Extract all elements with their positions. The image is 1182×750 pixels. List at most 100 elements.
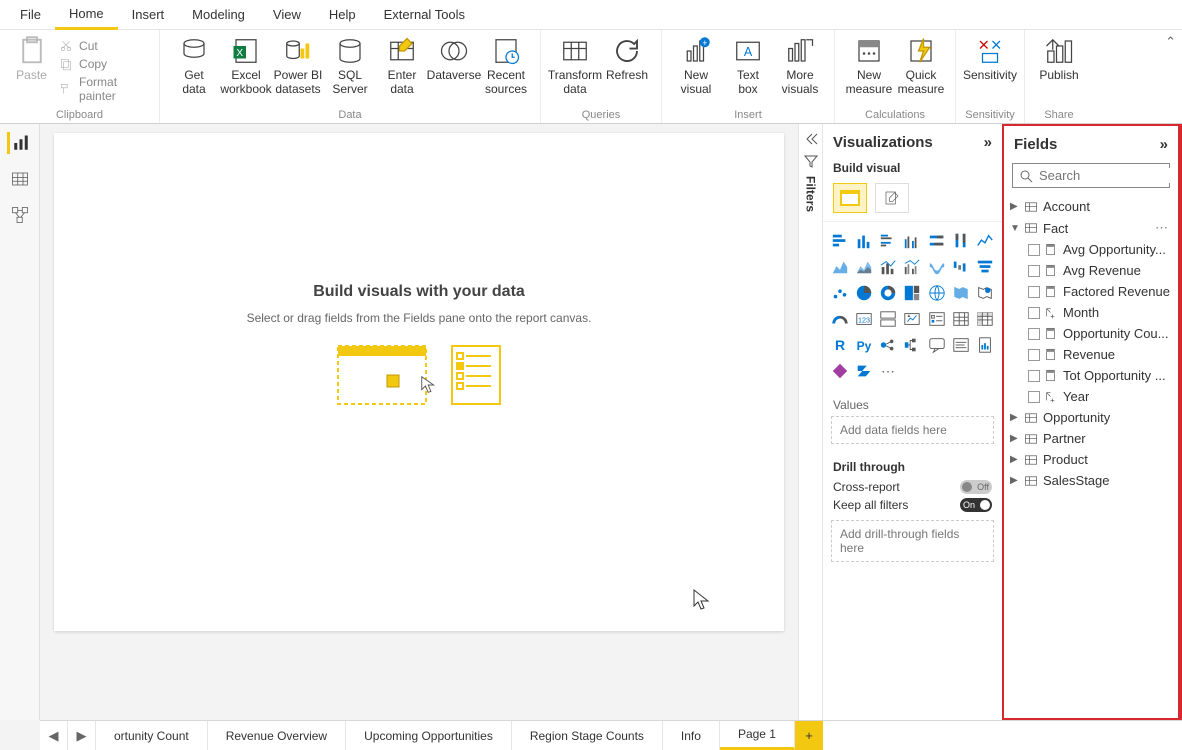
- sql-server-button[interactable]: SQL Server: [324, 34, 376, 97]
- paginated-report-icon[interactable]: [974, 334, 996, 356]
- enter-data-button[interactable]: Enter data: [376, 34, 428, 97]
- format-painter-button[interactable]: Format painter: [55, 74, 151, 104]
- filters-pane-collapsed[interactable]: Filters: [798, 124, 822, 720]
- table-opportunity[interactable]: ▶Opportunity: [1006, 407, 1176, 428]
- cut-button[interactable]: Cut: [55, 38, 151, 54]
- power-automate-icon[interactable]: [853, 360, 875, 382]
- waterfall-chart-icon[interactable]: [950, 256, 972, 278]
- table-fact-more-icon[interactable]: ⋯: [1155, 220, 1172, 236]
- table-fact[interactable]: ▼Fact⋯: [1006, 217, 1176, 239]
- menu-external-tools[interactable]: External Tools: [370, 0, 479, 30]
- smart-narrative-icon[interactable]: [950, 334, 972, 356]
- card-icon[interactable]: 123: [853, 308, 875, 330]
- refresh-button[interactable]: Refresh: [601, 34, 653, 83]
- filled-map-icon[interactable]: [950, 282, 972, 304]
- transform-data-button[interactable]: Transform data: [549, 34, 601, 97]
- collapse-ribbon-button[interactable]: ⌃: [1165, 34, 1176, 50]
- menu-view[interactable]: View: [259, 0, 315, 30]
- tab-revenue-overview[interactable]: Revenue Overview: [208, 721, 346, 750]
- field-factored-revenue[interactable]: Factored Revenue: [1006, 281, 1176, 302]
- funnel-chart-icon[interactable]: [974, 256, 996, 278]
- field-opportunity-count[interactable]: Opportunity Cou...: [1006, 323, 1176, 344]
- menu-insert[interactable]: Insert: [118, 0, 179, 30]
- format-visual-tab[interactable]: [875, 183, 909, 213]
- powerbi-datasets-button[interactable]: Power BI datasets: [272, 34, 324, 97]
- field-avg-revenue[interactable]: Avg Revenue: [1006, 260, 1176, 281]
- key-influencers-icon[interactable]: [877, 334, 899, 356]
- qa-visual-icon[interactable]: [926, 334, 948, 356]
- paste-button[interactable]: Paste: [8, 34, 55, 83]
- field-year[interactable]: Year: [1006, 386, 1176, 407]
- decomposition-tree-icon[interactable]: [901, 334, 923, 356]
- tab-page-1[interactable]: Page 1: [720, 721, 795, 750]
- fields-search[interactable]: [1012, 163, 1170, 188]
- more-visuals-button[interactable]: More visuals: [774, 34, 826, 97]
- line-chart-icon[interactable]: [974, 230, 996, 252]
- field-month[interactable]: Month: [1006, 302, 1176, 323]
- tab-region-stage-counts[interactable]: Region Stage Counts: [512, 721, 663, 750]
- drill-through-drop-area[interactable]: Add drill-through fields here: [831, 520, 994, 562]
- quick-measure-button[interactable]: Quick measure: [895, 34, 947, 97]
- data-view-button[interactable]: [9, 168, 31, 190]
- power-apps-icon[interactable]: [829, 360, 851, 382]
- map-icon[interactable]: [926, 282, 948, 304]
- get-more-visuals-icon[interactable]: ⋯: [877, 360, 899, 382]
- tabs-prev-button[interactable]: ◀: [40, 721, 68, 750]
- area-chart-icon[interactable]: [829, 256, 851, 278]
- line-clustered-column-icon[interactable]: [901, 256, 923, 278]
- gauge-icon[interactable]: [829, 308, 851, 330]
- ribbon-chart-icon[interactable]: [926, 256, 948, 278]
- table-icon[interactable]: [950, 308, 972, 330]
- stacked-bar-chart-icon[interactable]: [829, 230, 851, 252]
- r-visual-icon[interactable]: R: [829, 334, 851, 356]
- tabs-next-button[interactable]: ▶: [68, 721, 96, 750]
- table-partner[interactable]: ▶Partner: [1006, 428, 1176, 449]
- stacked-column-chart-icon[interactable]: [853, 230, 875, 252]
- hundred-stacked-column-icon[interactable]: [950, 230, 972, 252]
- kpi-icon[interactable]: ▲: [901, 308, 923, 330]
- model-view-button[interactable]: [9, 204, 31, 226]
- field-avg-opportunity[interactable]: Avg Opportunity...: [1006, 239, 1176, 260]
- field-revenue[interactable]: Revenue: [1006, 344, 1176, 365]
- table-account[interactable]: ▶Account: [1006, 196, 1176, 217]
- scatter-chart-icon[interactable]: [829, 282, 851, 304]
- menu-file[interactable]: File: [6, 0, 55, 30]
- treemap-icon[interactable]: [901, 282, 923, 304]
- values-drop-area[interactable]: Add data fields here: [831, 416, 994, 444]
- sensitivity-button[interactable]: Sensitivity: [964, 34, 1016, 83]
- hundred-stacked-bar-icon[interactable]: [926, 230, 948, 252]
- tab-opportunity-count[interactable]: ortunity Count: [96, 721, 208, 750]
- collapse-fields-button[interactable]: »: [1160, 136, 1168, 153]
- cross-report-toggle[interactable]: Off: [960, 480, 992, 494]
- collapse-visualizations-button[interactable]: »: [984, 134, 992, 151]
- multi-row-card-icon[interactable]: [877, 308, 899, 330]
- table-salesstage[interactable]: ▶SalesStage: [1006, 470, 1176, 491]
- azure-map-icon[interactable]: [974, 282, 996, 304]
- clustered-bar-chart-icon[interactable]: [877, 230, 899, 252]
- tab-info[interactable]: Info: [663, 721, 720, 750]
- report-view-button[interactable]: [7, 132, 29, 154]
- stacked-area-chart-icon[interactable]: [853, 256, 875, 278]
- menu-home[interactable]: Home: [55, 0, 118, 30]
- build-visual-tab[interactable]: [833, 183, 867, 213]
- new-measure-button[interactable]: New measure: [843, 34, 895, 97]
- publish-button[interactable]: Publish: [1033, 34, 1085, 83]
- slicer-icon[interactable]: [926, 308, 948, 330]
- donut-chart-icon[interactable]: [877, 282, 899, 304]
- excel-workbook-button[interactable]: XExcel workbook: [220, 34, 272, 97]
- pie-chart-icon[interactable]: [853, 282, 875, 304]
- copy-button[interactable]: Copy: [55, 56, 151, 72]
- tab-upcoming-opportunities[interactable]: Upcoming Opportunities: [346, 721, 512, 750]
- field-tot-opportunity[interactable]: Tot Opportunity ...: [1006, 365, 1176, 386]
- expand-filters-icon[interactable]: [804, 132, 818, 146]
- text-box-button[interactable]: AText box: [722, 34, 774, 97]
- keep-filters-toggle[interactable]: On: [960, 498, 992, 512]
- add-page-button[interactable]: +: [795, 721, 823, 750]
- new-visual-button[interactable]: +New visual: [670, 34, 722, 97]
- table-product[interactable]: ▶Product: [1006, 449, 1176, 470]
- report-canvas[interactable]: Build visuals with your data Select or d…: [54, 133, 784, 631]
- clustered-column-chart-icon[interactable]: [901, 230, 923, 252]
- line-stacked-column-icon[interactable]: [877, 256, 899, 278]
- matrix-icon[interactable]: [974, 308, 996, 330]
- menu-modeling[interactable]: Modeling: [178, 0, 259, 30]
